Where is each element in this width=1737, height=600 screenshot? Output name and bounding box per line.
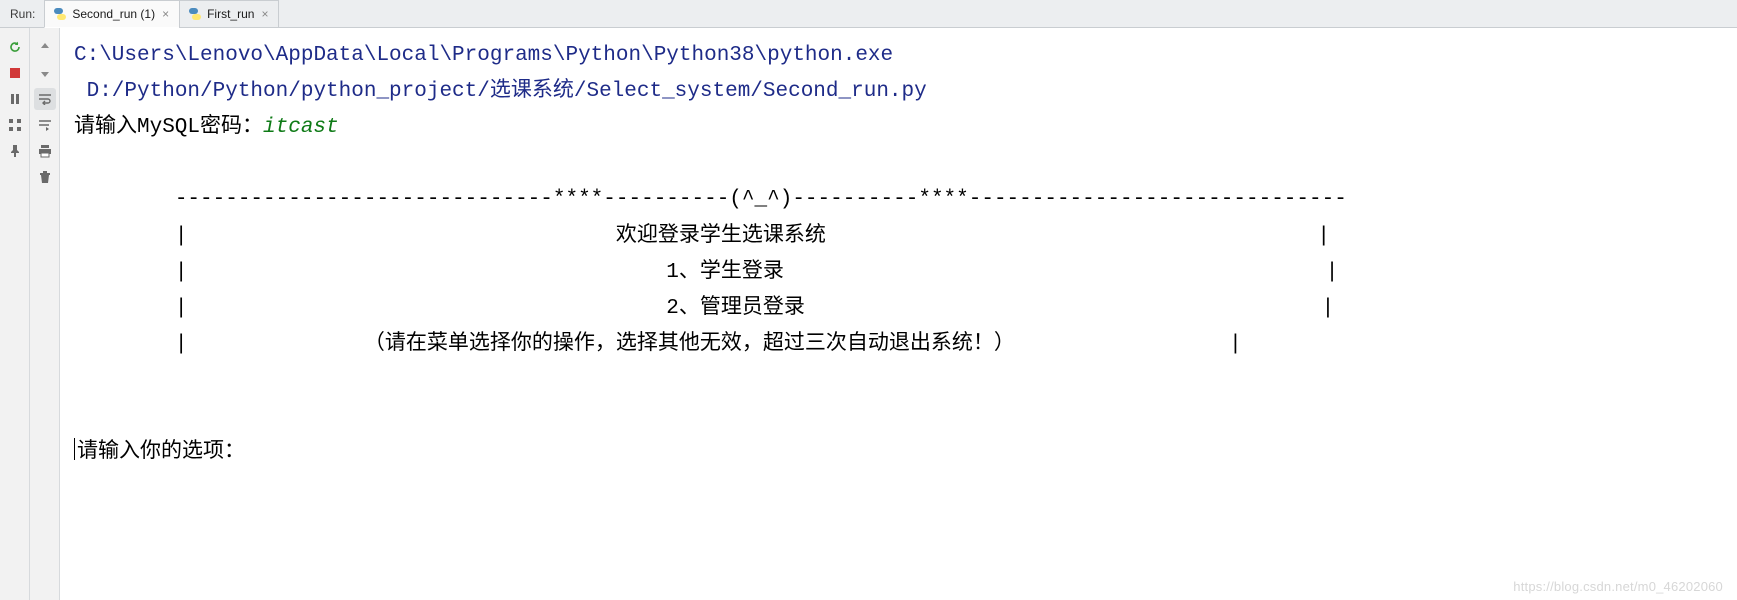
- close-icon[interactable]: ×: [160, 7, 171, 21]
- tab-title: Second_run (1): [72, 7, 155, 21]
- menu-divider: ------------------------------****------…: [74, 188, 1347, 211]
- up-button[interactable]: [34, 36, 56, 58]
- structure-button[interactable]: [4, 114, 26, 136]
- left-toolbar: [0, 28, 30, 600]
- print-button[interactable]: [34, 140, 56, 162]
- python-exe-path: C:\Users\Lenovo\AppData\Local\Programs\P…: [74, 44, 893, 67]
- python-icon: [188, 7, 202, 21]
- menu-hint: | （请在菜单选择你的操作，选择其他无效，超过三次自动退出系统！） |: [74, 333, 1242, 356]
- soft-wrap-button[interactable]: [34, 88, 56, 110]
- tab-title: First_run: [207, 7, 254, 21]
- prompt-password: 请输入MySQL密码：: [74, 116, 263, 139]
- watermark: https://blog.csdn.net/m0_46202060: [1513, 579, 1723, 594]
- console-output[interactable]: C:\Users\Lenovo\AppData\Local\Programs\P…: [60, 28, 1737, 600]
- down-button[interactable]: [34, 62, 56, 84]
- tab-second-run[interactable]: Second_run (1) ×: [44, 0, 180, 28]
- body-area: C:\Users\Lenovo\AppData\Local\Programs\P…: [0, 28, 1737, 600]
- menu-option-1: | 1、学生登录 |: [74, 261, 1338, 284]
- pause-button[interactable]: [4, 88, 26, 110]
- prompt-selection: 请输入你的选项：: [77, 441, 245, 464]
- stop-button[interactable]: [4, 62, 26, 84]
- python-icon: [53, 7, 67, 21]
- run-label: Run:: [4, 7, 44, 21]
- password-input-value: itcast: [263, 116, 339, 139]
- menu-option-2: | 2、管理员登录 |: [74, 297, 1334, 320]
- tab-bar: Run: Second_run (1) × First_run ×: [0, 0, 1737, 28]
- script-path: D:/Python/Python/python_project/选课系统/Sel…: [74, 80, 927, 103]
- close-icon[interactable]: ×: [259, 7, 270, 21]
- rerun-button[interactable]: [4, 36, 26, 58]
- delete-button[interactable]: [34, 166, 56, 188]
- text-cursor: [74, 438, 75, 460]
- scroll-to-end-button[interactable]: [34, 114, 56, 136]
- pin-button[interactable]: [4, 140, 26, 162]
- run-tool-window: Run: Second_run (1) × First_run ×: [0, 0, 1737, 600]
- tab-first-run[interactable]: First_run ×: [179, 0, 279, 28]
- menu-title: | 欢迎登录学生选课系统 |: [74, 225, 1330, 248]
- secondary-toolbar: [30, 28, 60, 600]
